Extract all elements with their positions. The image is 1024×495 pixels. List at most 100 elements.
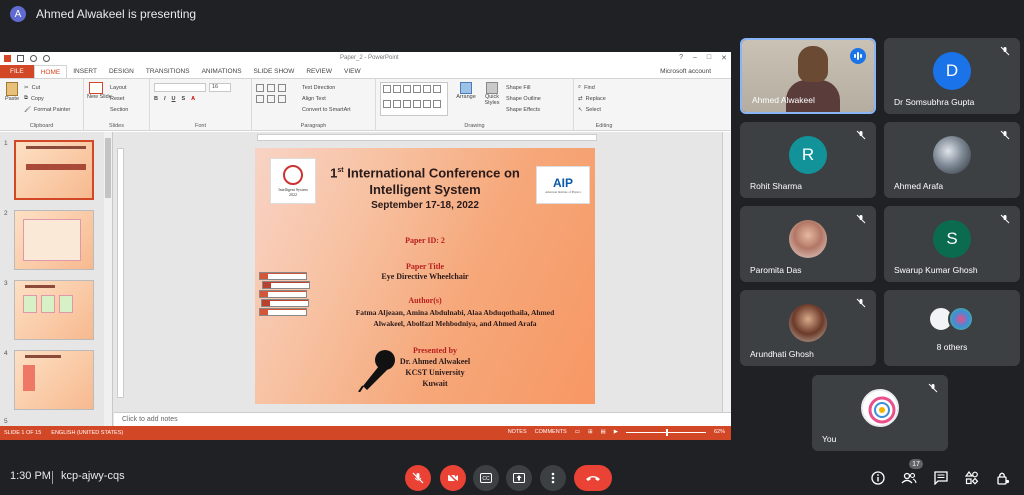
section-button[interactable]: Section [110,104,128,115]
bold-icon[interactable]: B [154,96,158,102]
mic-off-icon [856,298,866,308]
notes-button[interactable]: NOTES [508,429,527,435]
shape-effects-button[interactable]: Shape Effects [506,104,541,115]
tab-animations[interactable]: ANIMATIONS [196,65,248,78]
leave-call-button[interactable] [574,465,612,491]
italic-icon[interactable]: I [164,96,166,102]
numbering-icon[interactable] [267,83,275,92]
present-button[interactable] [506,465,532,491]
indent-icon[interactable] [278,83,286,92]
arrange-button[interactable]: Arrange [454,94,478,100]
align-right-icon[interactable] [278,94,286,103]
text-direction-button[interactable]: Text Direction [302,82,351,93]
tile-you[interactable]: You [812,375,948,451]
save-icon[interactable] [17,55,24,62]
shape-fill-button[interactable]: Shape Fill [506,82,541,93]
tile-ahmed-arafa[interactable]: Ahmed Arafa [884,122,1020,198]
tab-transitions[interactable]: TRANSITIONS [140,65,196,78]
thumbnail-scrollbar[interactable] [104,132,112,426]
font-color-icon[interactable]: A [191,96,195,102]
host-controls-button[interactable] [995,470,1011,486]
strikethrough-icon[interactable]: S [182,96,186,102]
captions-button[interactable]: CC [473,465,499,491]
layout-button[interactable]: Layout [110,82,128,93]
close-icon[interactable]: ✕ [721,54,727,62]
font-name-select[interactable] [154,83,206,92]
align-left-icon[interactable] [256,94,264,103]
normal-view-icon[interactable]: ▭ [575,429,580,435]
camera-toggle-button[interactable] [440,465,466,491]
thumbnail-image[interactable] [14,210,94,270]
thumbnail-2[interactable]: 2 [4,210,102,270]
paste-button[interactable]: Paste [4,96,20,102]
zoom-slider[interactable] [625,428,706,436]
notes-field[interactable]: Click to add notes [114,412,731,426]
copy-button[interactable]: ⧉ Copy [24,93,70,104]
comments-button[interactable]: COMMENTS [535,429,567,435]
thumbnail-image[interactable] [14,280,94,340]
meeting-details-button[interactable] [870,470,886,486]
slideshow-view-icon[interactable]: ▶ [614,429,618,435]
new-slide-button[interactable]: New Slide [87,94,112,100]
tile-rohit-sharma[interactable]: R Rohit Sharma [740,122,876,198]
tab-insert[interactable]: INSERT [67,65,103,78]
vertical-ruler [117,148,124,398]
quick-styles-button[interactable]: Quick Styles [482,94,502,106]
help-icon[interactable]: ? [679,54,683,62]
more-options-button[interactable] [540,465,566,491]
font-size-select[interactable]: 16 [209,83,231,92]
reading-view-icon[interactable]: ▤ [601,429,606,435]
activities-button[interactable] [964,470,980,486]
language-indicator[interactable]: ENGLISH (UNITED STATES) [51,430,123,436]
find-button[interactable]: ⌕ Find [578,82,630,93]
format-painter-button[interactable]: 🖌 Format Painter [24,104,70,115]
convert-smartart-button[interactable]: Convert to SmartArt [302,104,351,115]
authors-line-2: Alwakeel, Abolfazl Mehbodniya, and Ahmed… [373,319,537,328]
new-slide-icon[interactable] [89,82,103,94]
account-link[interactable]: Microsoft account [660,68,711,75]
shapes-gallery[interactable] [380,82,448,116]
thumbnail-5[interactable]: 5 [4,418,102,425]
tile-swarup-kumar-ghosh[interactable]: S Swarup Kumar Ghosh [884,206,1020,282]
tile-arundhati-ghosh[interactable]: Arundhati Ghosh [740,290,876,366]
thumbnail-3[interactable]: 3 [4,280,102,340]
editor-scrollbar[interactable] [722,132,731,412]
redo-icon[interactable] [43,55,50,62]
tab-design[interactable]: DESIGN [103,65,140,78]
current-slide[interactable]: Intelligent System 2022 1st Internationa… [255,148,595,404]
minimize-icon[interactable]: – [693,54,697,62]
align-center-icon[interactable] [267,94,275,103]
underline-icon[interactable]: U [172,96,176,102]
scissors-icon: ✂ [24,84,29,91]
paste-icon[interactable] [6,82,18,96]
chat-button[interactable] [933,470,949,486]
thumbnail-image[interactable] [14,140,94,200]
tab-slide-show[interactable]: SLIDE SHOW [248,65,301,78]
replace-button[interactable]: ⇄ Replace [578,93,630,104]
people-button[interactable] [901,470,917,486]
tab-home[interactable]: HOME [33,65,68,78]
bullets-icon[interactable] [256,83,264,92]
tile-ahmed-alwakeel[interactable]: Ahmed Alwakeel [740,38,876,114]
shape-outline-button[interactable]: Shape Outline [506,93,541,104]
zoom-level[interactable]: 62% [714,429,725,435]
undo-icon[interactable] [30,55,37,62]
tile-dr-somsubhra-gupta[interactable]: D Dr Somsubhra Gupta [884,38,1020,114]
thumbnail-1[interactable]: 1 [4,140,102,200]
tile-others[interactable]: 8 others [884,290,1020,366]
sorter-view-icon[interactable]: ⊞ [588,429,593,435]
arrange-icon[interactable] [460,82,472,94]
tab-view[interactable]: VIEW [338,65,367,78]
maximize-icon[interactable]: □ [707,54,711,62]
cut-button[interactable]: ✂ Cut [24,82,70,93]
thumbnail-4[interactable]: 4 [4,350,102,410]
quick-styles-icon[interactable] [486,82,498,94]
reset-button[interactable]: Reset [110,93,128,104]
align-text-button[interactable]: Align Text [302,93,351,104]
tab-file[interactable]: FILE [0,65,34,78]
mic-toggle-button[interactable] [405,465,431,491]
thumbnail-image[interactable] [14,350,94,410]
tab-review[interactable]: REVIEW [300,65,338,78]
select-button[interactable]: ↖ Select [578,104,630,115]
tile-paromita-das[interactable]: Paromita Das [740,206,876,282]
